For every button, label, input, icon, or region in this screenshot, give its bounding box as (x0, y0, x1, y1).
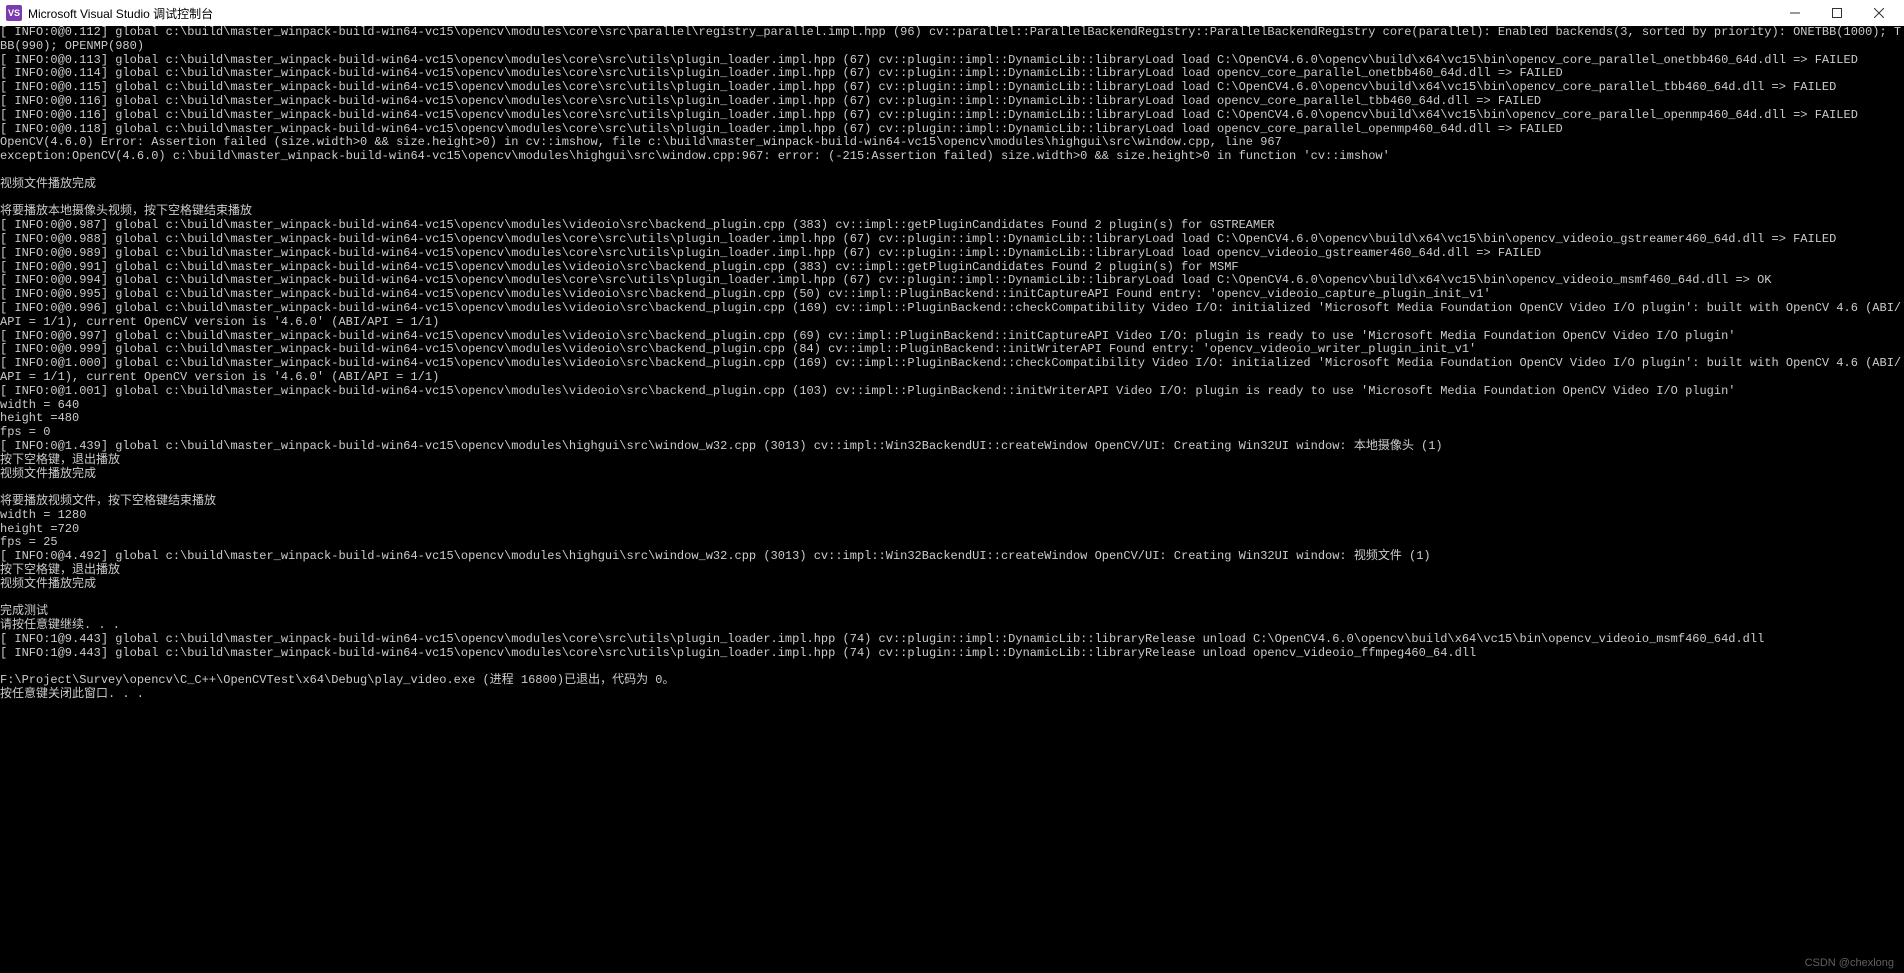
watermark: CSDN @chexlong (1805, 957, 1894, 969)
close-button[interactable] (1858, 0, 1900, 26)
maximize-button[interactable] (1816, 0, 1858, 26)
window-title: Microsoft Visual Studio 调试控制台 (28, 5, 213, 22)
title-left: VS Microsoft Visual Studio 调试控制台 (6, 5, 213, 22)
vs-app-icon: VS (6, 5, 22, 21)
window-controls (1774, 0, 1900, 26)
minimize-button[interactable] (1774, 0, 1816, 26)
window-title-bar: VS Microsoft Visual Studio 调试控制台 (0, 0, 1904, 26)
console-output[interactable]: [ INFO:0@0.112] global c:\build\master_w… (0, 26, 1904, 702)
